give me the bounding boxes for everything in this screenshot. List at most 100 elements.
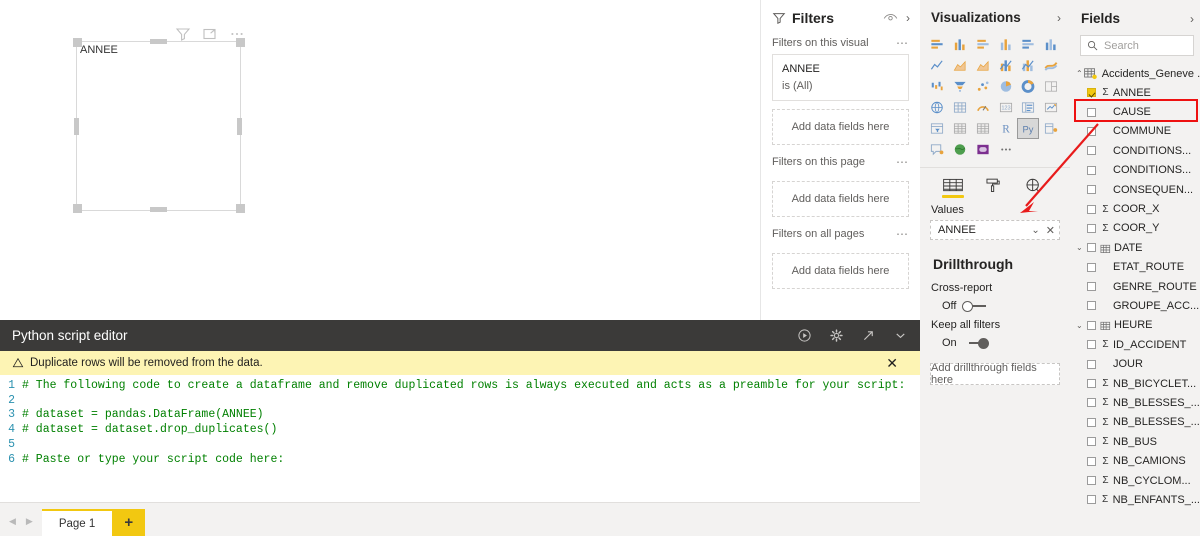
line-clustered-column-chart-icon[interactable] [1018, 56, 1038, 75]
collapse-icon[interactable] [893, 328, 908, 343]
stacked-area-chart-icon[interactable] [973, 56, 993, 75]
resize-handle-top-right[interactable] [236, 38, 245, 47]
field-checkbox[interactable] [1087, 126, 1096, 136]
field-list-item[interactable]: ΣETAT_ROUTE [1070, 258, 1200, 277]
field-checkbox[interactable] [1087, 320, 1096, 330]
card-icon[interactable]: 123 [996, 98, 1016, 117]
resize-handle-bottom-right[interactable] [236, 204, 245, 213]
field-checkbox[interactable] [1087, 476, 1096, 485]
field-list-item[interactable]: ΣJOUR [1070, 354, 1200, 373]
field-checkbox[interactable] [1087, 340, 1096, 350]
python-visual-icon[interactable]: Py [1017, 118, 1040, 139]
field-checkbox[interactable] [1087, 417, 1096, 427]
multi-row-card-icon[interactable] [1018, 98, 1038, 117]
field-checkbox[interactable] [1087, 88, 1096, 98]
field-checkbox[interactable] [1087, 185, 1096, 195]
field-list-item[interactable]: Σ NB_CAMIONS [1070, 451, 1200, 470]
gauge-icon[interactable] [973, 98, 993, 117]
filter-dropzone[interactable]: Add data fields here [772, 109, 909, 145]
field-list-item[interactable]: Σ COOR_Y [1070, 219, 1200, 238]
field-list-item[interactable]: Σ ID_ACCIDENT [1070, 335, 1200, 354]
focus-mode-icon[interactable] [202, 26, 218, 42]
more-visuals-icon[interactable] [996, 140, 1016, 159]
resize-handle-left[interactable] [74, 118, 79, 135]
page-next-button[interactable]: ▶ [26, 516, 33, 527]
field-checkbox[interactable] [1086, 495, 1096, 505]
field-checkbox[interactable] [1087, 243, 1096, 253]
visual-type-gallery[interactable]: 123 R Py [920, 33, 1070, 165]
field-list-item[interactable]: ΣCONSEQUEN... [1070, 180, 1200, 199]
field-list-item[interactable]: Σ NB_BLESSES_... [1070, 413, 1200, 432]
chevron-down-icon[interactable]: ⌄ [1076, 321, 1087, 330]
donut-chart-icon[interactable] [1018, 77, 1038, 96]
chevron-up-icon[interactable]: ⌃ [1076, 69, 1083, 78]
selected-visual-placeholder[interactable]: ANNEE [76, 41, 241, 211]
field-checkbox[interactable] [1087, 107, 1096, 117]
field-list-item[interactable]: Σ ANNEE [1070, 83, 1200, 102]
key-influencers-icon[interactable] [1041, 119, 1061, 138]
line-chart-icon[interactable] [927, 56, 947, 75]
field-list-item[interactable]: ΣGROUPE_ACC... [1070, 296, 1200, 315]
slicer-icon[interactable] [927, 119, 947, 138]
eye-icon[interactable] [883, 12, 898, 24]
collapse-fields-icon[interactable]: › [1190, 12, 1194, 26]
chevron-down-icon[interactable]: ⌄ [1076, 243, 1087, 252]
waterfall-chart-icon[interactable] [927, 77, 947, 96]
stacked-bar-chart-icon[interactable] [927, 35, 947, 54]
field-checkbox[interactable] [1087, 437, 1096, 447]
field-list-item[interactable]: Σ NB_ENFANTS_... [1070, 490, 1200, 509]
field-checkbox[interactable] [1087, 204, 1096, 214]
kpi-icon[interactable] [1041, 98, 1061, 117]
map-icon[interactable] [927, 98, 947, 117]
field-list-item[interactable]: ΣCAUSE [1070, 102, 1200, 121]
filter-icon[interactable] [175, 26, 191, 42]
well-field-chip[interactable]: ANNEE ⌄ ✕ [930, 220, 1060, 240]
stacked-column-chart-icon[interactable] [950, 35, 970, 54]
field-list-item[interactable]: ⌄ HEURE [1070, 316, 1200, 335]
filter-dropzone[interactable]: Add data fields here [772, 181, 909, 217]
line-stacked-column-chart-icon[interactable] [996, 56, 1016, 75]
resize-handle-top[interactable] [150, 39, 167, 44]
run-script-icon[interactable] [797, 328, 812, 343]
report-canvas[interactable]: ANNEE [0, 0, 760, 320]
field-list-item[interactable]: ΣCOMMUNE [1070, 122, 1200, 141]
field-list-item[interactable]: Σ NB_BICYCLET... [1070, 374, 1200, 393]
field-checkbox[interactable] [1087, 165, 1096, 175]
field-list-item[interactable]: ⌄ DATE [1070, 238, 1200, 257]
keep-all-filters-toggle-row[interactable]: On [920, 334, 1070, 352]
clustered-column-chart-icon[interactable] [996, 35, 1016, 54]
qa-visual-icon[interactable] [927, 140, 947, 159]
scatter-chart-icon[interactable] [973, 77, 993, 96]
resize-handle-top-left[interactable] [73, 38, 82, 47]
format-tab[interactable] [982, 177, 1004, 199]
funnel-chart-icon[interactable] [950, 77, 970, 96]
page-prev-button[interactable]: ◀ [9, 516, 16, 527]
r-script-visual-icon[interactable]: R [996, 119, 1016, 138]
page-tab-page-1[interactable]: Page 1 [41, 509, 113, 536]
100-stacked-column-chart-icon[interactable] [1041, 35, 1061, 54]
100-stacked-bar-chart-icon[interactable] [1018, 35, 1038, 54]
filter-card[interactable]: ANNEE is (All) [772, 54, 909, 101]
fields-tab[interactable] [942, 177, 964, 199]
field-checkbox[interactable] [1087, 262, 1096, 272]
treemap-icon[interactable] [1041, 77, 1061, 96]
filter-section-menu-icon[interactable]: ⋯ [896, 156, 909, 168]
field-list-item[interactable]: ΣCONDITIONS... [1070, 161, 1200, 180]
field-checkbox[interactable] [1087, 301, 1096, 311]
filter-dropzone[interactable]: Add data fields here [772, 253, 909, 289]
resize-handle-right[interactable] [237, 118, 242, 135]
keep-all-filters-toggle[interactable] [963, 337, 989, 349]
close-warning-button[interactable]: ✕ [886, 356, 910, 370]
python-code-area[interactable]: 1 # The following code to create a datafr… [0, 375, 920, 498]
matrix-icon[interactable] [973, 119, 993, 138]
field-checkbox[interactable] [1087, 359, 1096, 369]
area-chart-icon[interactable] [950, 56, 970, 75]
collapse-visualizations-icon[interactable]: › [1057, 11, 1061, 25]
paginated-report-icon[interactable] [973, 140, 993, 159]
fields-table-node[interactable]: ⌃ Accidents_Geneve ... [1070, 64, 1200, 83]
field-list-item[interactable]: Σ NB_CYCLOM... [1070, 471, 1200, 490]
pie-chart-icon[interactable] [996, 77, 1016, 96]
remove-field-icon[interactable]: ✕ [1046, 224, 1055, 237]
settings-icon[interactable] [829, 328, 844, 343]
cross-report-toggle[interactable] [962, 300, 988, 312]
